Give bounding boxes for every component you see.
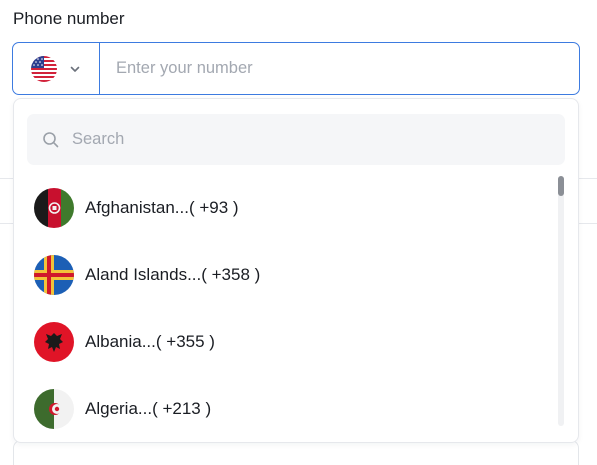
aland-islands-flag-icon xyxy=(34,255,74,295)
country-option-albania[interactable]: Albania...( +355 ) xyxy=(34,322,215,362)
country-option-algeria[interactable]: Algeria...( +213 ) xyxy=(34,389,211,429)
search-icon xyxy=(43,131,59,147)
background-card-edge xyxy=(13,440,579,465)
albania-flag-icon xyxy=(34,322,74,362)
phone-number-input[interactable] xyxy=(100,43,579,94)
afghanistan-flag-icon xyxy=(34,188,74,228)
country-dropdown: Afghanistan...( +93 ) Aland Islands...( … xyxy=(13,98,579,443)
algeria-flag-icon xyxy=(34,389,74,429)
chevron-down-icon xyxy=(70,66,80,72)
country-option-label: Aland Islands...( +358 ) xyxy=(85,265,261,284)
phone-number-field xyxy=(12,42,580,95)
scrollbar-track[interactable] xyxy=(558,176,564,426)
country-search-input[interactable] xyxy=(72,130,532,149)
scrollbar-thumb[interactable] xyxy=(558,176,564,196)
country-option-afghanistan[interactable]: Afghanistan...( +93 ) xyxy=(34,188,239,228)
country-search-box xyxy=(27,114,565,165)
country-code-selector[interactable] xyxy=(13,43,100,94)
country-option-label: Albania...( +355 ) xyxy=(85,332,215,351)
country-option-label: Algeria...( +213 ) xyxy=(85,399,212,418)
country-option-aland-islands[interactable]: Aland Islands...( +358 ) xyxy=(34,255,260,295)
country-list: Afghanistan...( +93 ) Aland Islands...( … xyxy=(14,176,554,441)
us-flag-icon xyxy=(31,55,57,82)
phone-number-label: Phone number xyxy=(13,9,125,28)
country-option-label: Afghanistan...( +93 ) xyxy=(85,198,239,217)
